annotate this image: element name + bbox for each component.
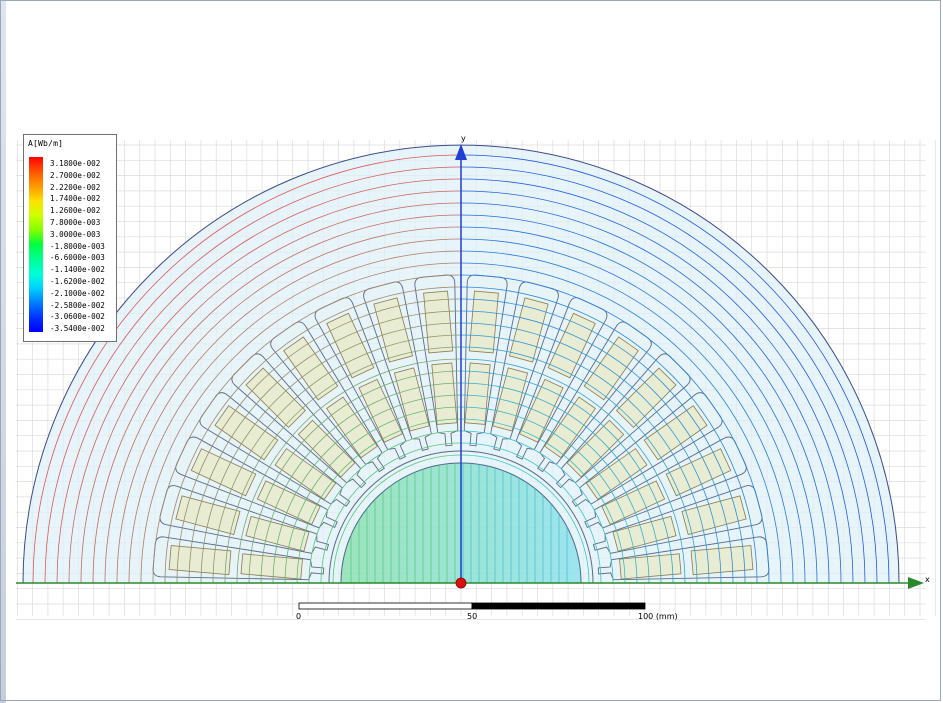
window-frame — [0, 0, 941, 701]
